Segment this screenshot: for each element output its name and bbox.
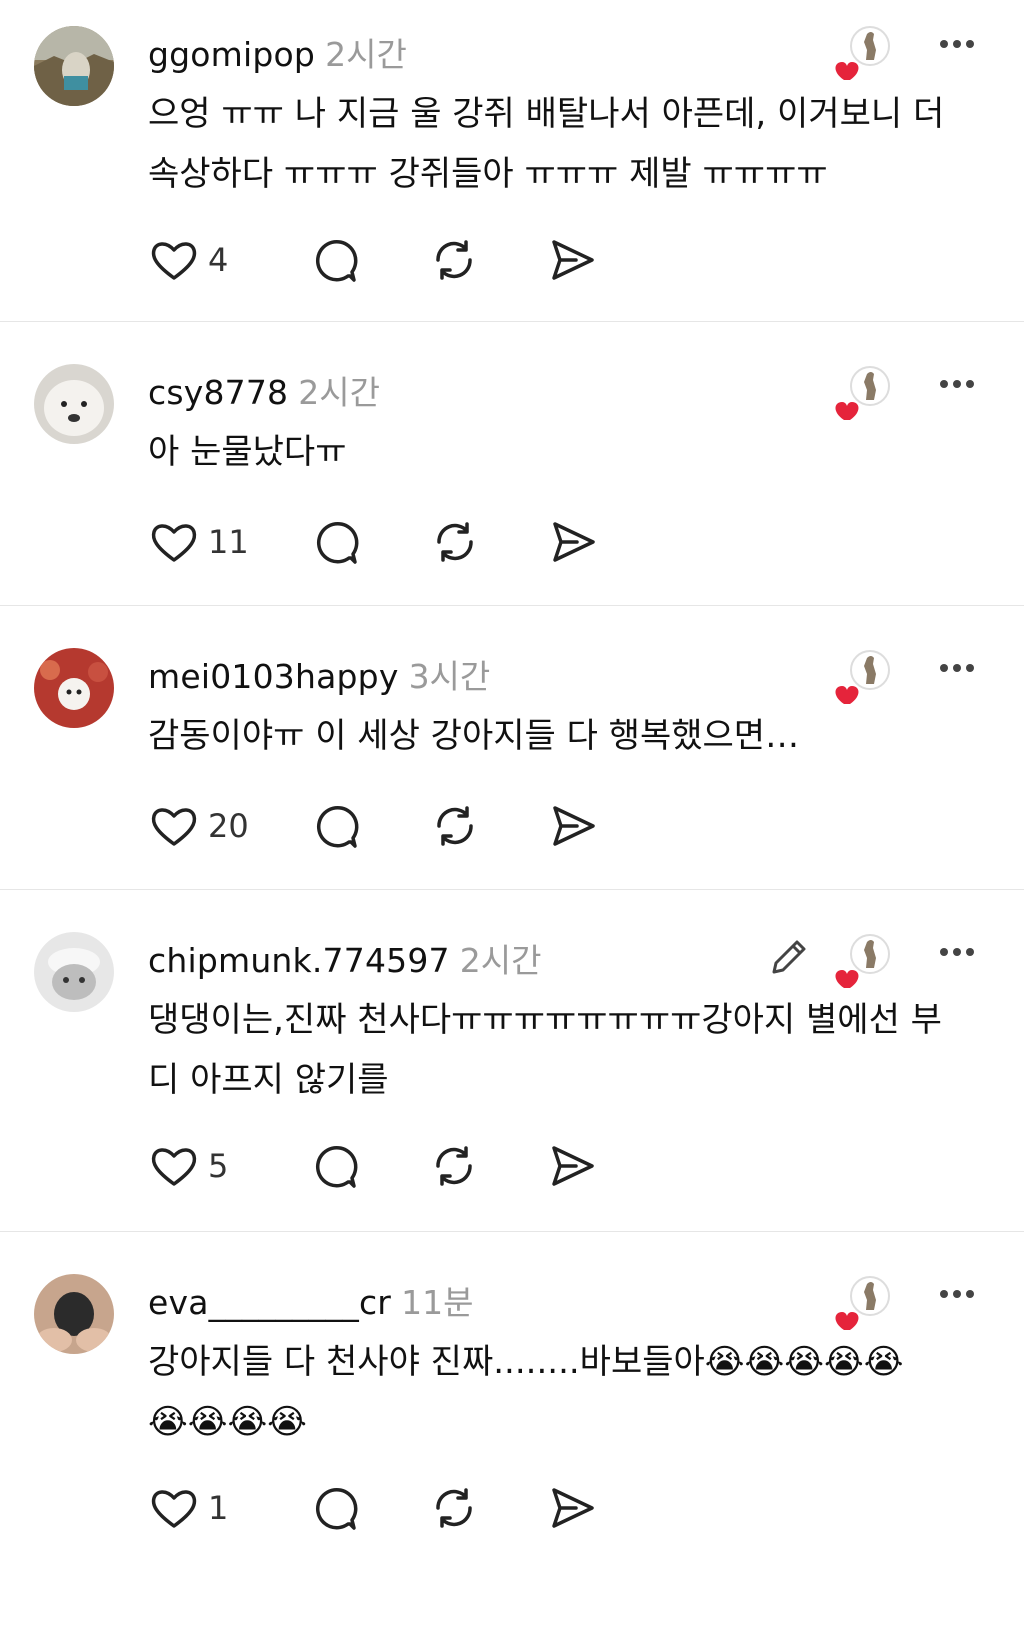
send-arrow-icon [552,1488,594,1528]
more-dots-icon[interactable] [930,1272,984,1316]
reply-post: csy8778 2시간 아 눈물났다ㅠ 11 [0,322,1024,606]
avatar[interactable] [34,1274,114,1354]
send-arrow-icon [552,240,594,280]
heart-outline-icon [151,524,197,562]
like-count: 4 [208,241,229,279]
avatar[interactable] [34,932,114,1012]
repost-button[interactable] [429,796,481,856]
more-dots-icon[interactable] [930,22,984,66]
avatar[interactable] [34,26,114,106]
post-header: csy8778 2시간 [148,366,380,412]
username[interactable]: ggomipop [148,35,315,74]
username[interactable]: chipmunk.774597 [148,941,450,980]
heart-outline-icon [151,242,197,280]
author-liked-heart-icon [830,930,894,994]
author-liked-heart-icon [830,22,894,86]
post-header: mei0103happy 3시간 [148,650,490,696]
post-text: 으엉 ㅠㅠ 나 지금 울 강쥐 배탈나서 아픈데, 이거보니 더 속상하다 ㅠㅠ… [148,94,956,194]
reply-button[interactable] [311,512,363,572]
reply-post: mei0103happy 3시간 감동이야ㅠ 이 세상 강아지들 다 행복했으면… [0,606,1024,890]
timestamp: 11분 [401,1283,474,1322]
timestamp: 2시간 [298,373,380,412]
post-text: 댕댕이는,진짜 천사다ㅠㅠㅠㅠㅠㅠㅠㅠ강아지 별에선 부디 아프지 않기를 [148,1000,942,1100]
like-count: 5 [208,1147,229,1185]
share-button[interactable] [546,1478,598,1538]
reply-post: eva_________cr 11분 강아지들 다 천사야 진짜........… [0,1232,1024,1641]
post-header: ggomipop 2시간 [148,28,407,74]
like-count: 20 [208,807,249,845]
repost-arrows-icon [436,1146,472,1186]
speech-bubble-icon [316,521,359,564]
action-bar: 1 [148,1478,598,1538]
send-arrow-icon [552,522,595,562]
timestamp: 2시간 [459,941,542,980]
post-header: chipmunk.774597 2시간 [148,934,541,980]
like-button[interactable]: 11 [148,512,249,572]
like-button[interactable]: 20 [148,796,249,856]
share-button[interactable] [546,1136,598,1196]
heart-outline-icon [151,1490,197,1528]
username[interactable]: csy8778 [148,373,288,412]
reply-post: ggomipop 2시간 으엉 ㅠㅠ 나 지금 울 강쥐 배탈나서 아픈데, 이… [0,0,1024,322]
action-bar: 4 [148,230,598,290]
avatar[interactable] [34,648,114,728]
action-bar: 20 [148,796,599,856]
share-button[interactable] [547,512,599,572]
heart-outline-icon [151,1148,197,1186]
repost-button[interactable] [428,1478,480,1538]
reply-post: chipmunk.774597 2시간 댕댕이는,진짜 천사다ㅠㅠㅠㅠㅠㅠㅠㅠ강… [0,890,1024,1232]
username[interactable]: eva_________cr [148,1283,391,1322]
more-dots-icon[interactable] [930,646,984,690]
share-button[interactable] [546,230,598,290]
like-button[interactable]: 4 [148,230,248,290]
reply-button[interactable] [310,1136,362,1196]
reply-button[interactable] [311,796,363,856]
speech-bubble-icon [316,805,359,848]
timestamp: 3시간 [408,657,491,696]
heart-outline-icon [151,808,197,846]
share-button[interactable] [547,796,599,856]
reply-button[interactable] [310,1478,362,1538]
post-header: eva_________cr 11분 [148,1276,473,1322]
author-liked-heart-icon [830,1272,894,1336]
repost-button[interactable] [428,230,480,290]
action-bar: 5 [148,1136,598,1196]
repost-button[interactable] [428,1136,480,1196]
reply-button[interactable] [310,230,362,290]
like-count: 1 [208,1489,229,1527]
author-liked-heart-icon [830,646,894,710]
like-button[interactable]: 5 [148,1136,248,1196]
pencil-icon[interactable] [766,932,814,980]
send-arrow-icon [552,806,595,846]
speech-bubble-icon [315,1145,358,1188]
repost-arrows-icon [436,522,473,562]
repost-arrows-icon [436,1488,472,1528]
like-button[interactable]: 1 [148,1478,248,1538]
author-liked-heart-icon [830,362,894,426]
post-text: 아 눈물났다ㅠ [148,432,347,472]
avatar[interactable] [34,364,114,444]
username[interactable]: mei0103happy [148,657,399,696]
more-dots-icon[interactable] [930,930,984,974]
like-count: 11 [208,523,249,561]
repost-arrows-icon [436,240,472,280]
timestamp: 2시간 [325,35,407,74]
reply-thread: ggomipop 2시간 으엉 ㅠㅠ 나 지금 울 강쥐 배탈나서 아픈데, 이… [0,0,1024,1641]
post-text: 강아지들 다 천사야 진짜........바보들아😭😭😭😭😭 😭😭😭😭 [148,1342,904,1442]
send-arrow-icon [552,1146,594,1186]
action-bar: 11 [148,512,599,572]
speech-bubble-icon [315,1487,358,1530]
post-text: 감동이야ㅠ 이 세상 강아지들 다 행복했으면… [148,716,800,756]
speech-bubble-icon [315,239,358,282]
repost-button[interactable] [429,512,481,572]
more-dots-icon[interactable] [930,362,984,406]
repost-arrows-icon [436,806,473,846]
